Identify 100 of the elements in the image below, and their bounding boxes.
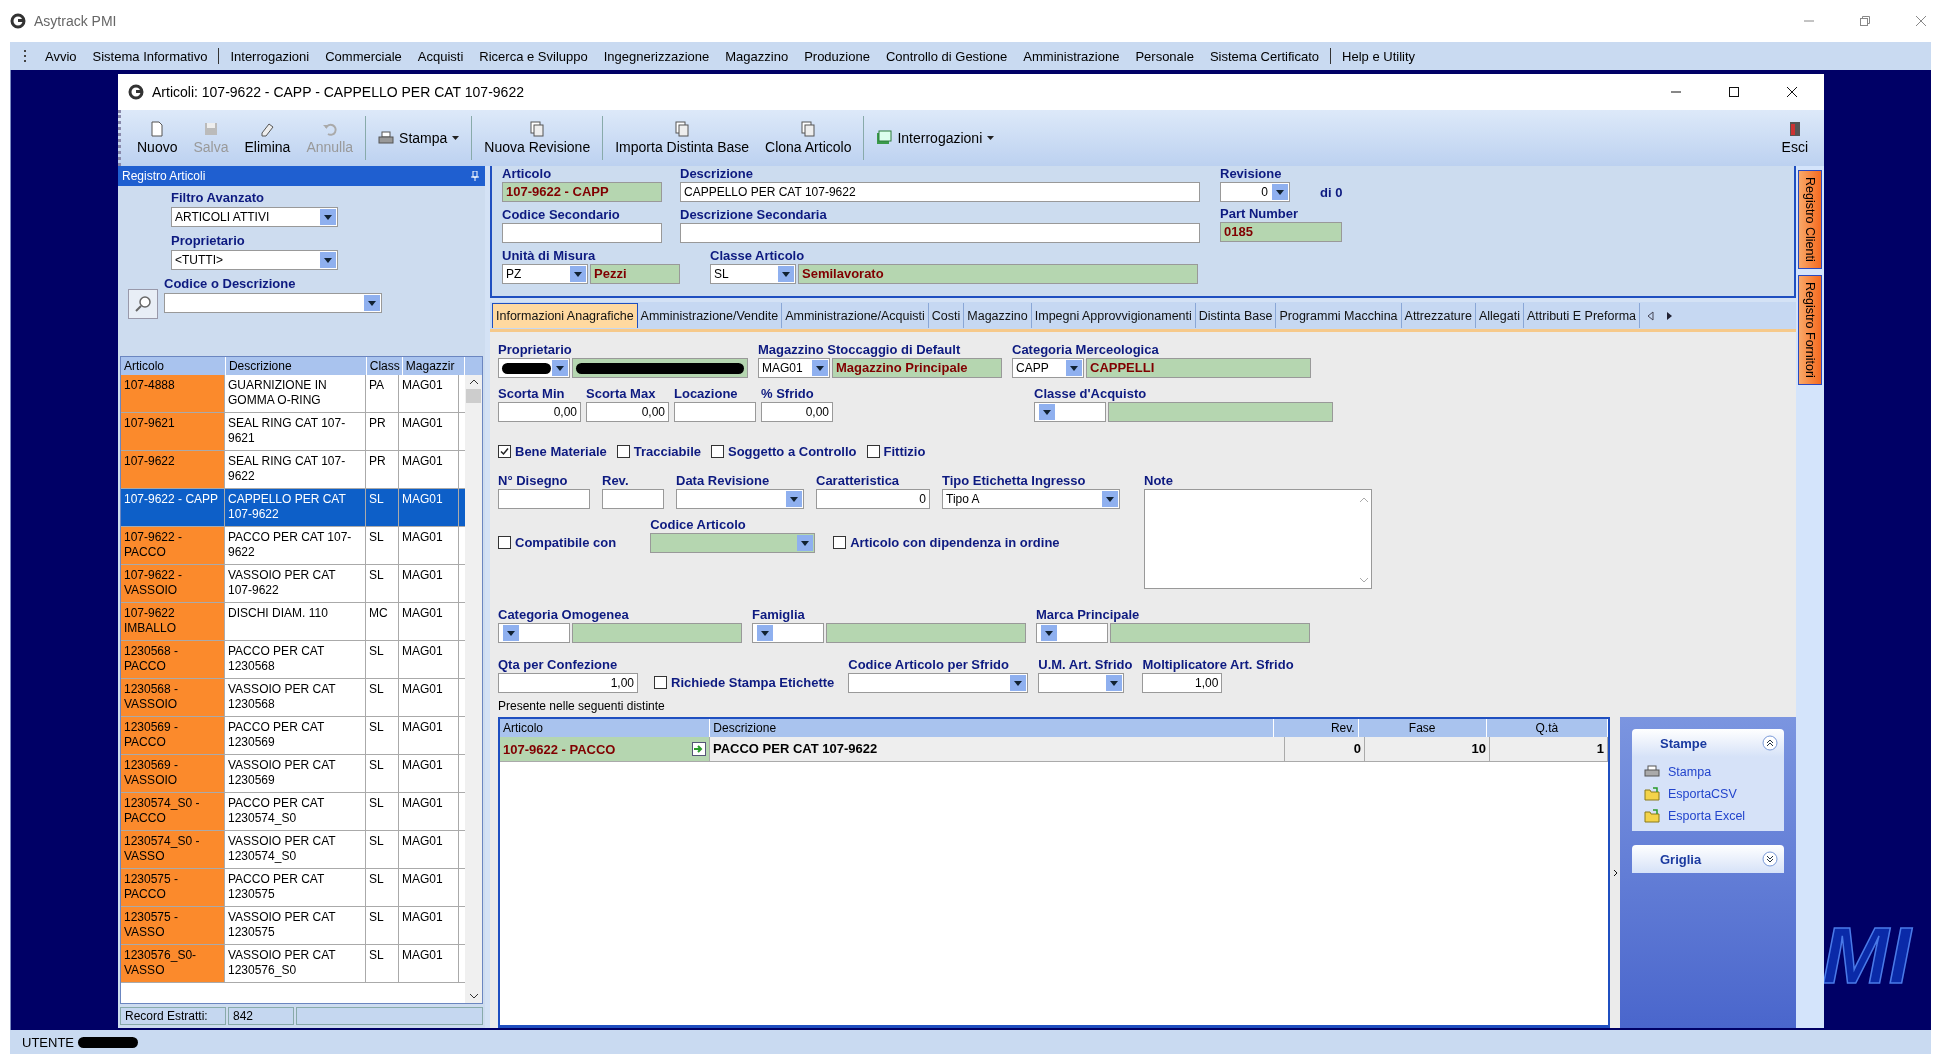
menu-item[interactable]: Personale bbox=[1127, 48, 1202, 64]
scroll-right-icon[interactable] bbox=[1666, 310, 1674, 321]
number-field[interactable]: 0,00 bbox=[586, 402, 669, 422]
lookup-field[interactable]: Semilavorato bbox=[798, 264, 1198, 284]
list-row[interactable]: 1230574_S0 - VASSO VASSOIO PER CAT 1230574_S0 SL MAG01 bbox=[121, 831, 465, 869]
dropdown[interactable] bbox=[498, 358, 570, 378]
toolbar-button[interactable]: Clona Articolo bbox=[757, 110, 860, 166]
group-header[interactable]: Stampe bbox=[1632, 729, 1784, 757]
tab[interactable]: Amministrazione/Acquisti bbox=[782, 303, 929, 328]
side-tab[interactable]: Registro Fornitori bbox=[1798, 274, 1822, 385]
column-header[interactable]: Magazzir bbox=[402, 357, 465, 375]
list-row[interactable]: 107-4888 GUARNIZIONE IN GOMMA O-RING PA MAG01 bbox=[121, 375, 465, 413]
text-area[interactable] bbox=[1144, 489, 1372, 589]
menu-item[interactable]: Acquisti bbox=[409, 48, 472, 64]
text-field[interactable] bbox=[602, 489, 664, 509]
list-row[interactable]: 1230574_S0 - PACCO PACCO PER CAT 1230574_S0 SL MAG01 bbox=[121, 793, 465, 831]
tab[interactable]: Costi bbox=[928, 303, 965, 328]
checkbox[interactable] bbox=[711, 445, 724, 458]
scrollbar[interactable] bbox=[465, 375, 482, 1003]
dropdown[interactable]: CAPP bbox=[1012, 358, 1084, 378]
list-row[interactable]: 107-9621 SEAL RING CAT 107-9621 PR MAG01 bbox=[121, 413, 465, 451]
toolbar-button[interactable]: Importa Distinta Base bbox=[607, 110, 758, 166]
code-field[interactable]: 107-9622 - CAPP bbox=[502, 182, 662, 202]
number-field[interactable]: 1,00 bbox=[1142, 673, 1223, 693]
menu-item[interactable]: Ingegnerizzazione bbox=[595, 48, 718, 64]
pin-icon[interactable] bbox=[471, 171, 479, 181]
list-row[interactable]: 1230575 - PACCO PACCO PER CAT 1230575 SL MAG01 bbox=[121, 869, 465, 907]
lookup-field[interactable]: Magazzino Principale bbox=[832, 358, 1002, 378]
checkbox[interactable] bbox=[833, 536, 847, 549]
toolbar-button[interactable]: Elimina bbox=[236, 110, 299, 166]
task-link[interactable]: EsportaCSV bbox=[1668, 787, 1737, 801]
checkbox[interactable] bbox=[654, 676, 667, 689]
dropdown[interactable]: ARTICOLI ATTIVI bbox=[171, 207, 338, 227]
lookup-field[interactable]: Pezzi bbox=[590, 264, 680, 284]
dropdown[interactable]: 0 bbox=[1220, 182, 1290, 202]
maximize-icon[interactable] bbox=[1728, 86, 1740, 98]
code-field[interactable]: 0185 bbox=[1220, 222, 1342, 242]
menu-item[interactable]: Help e Utility bbox=[1334, 48, 1423, 64]
text-field[interactable] bbox=[680, 223, 1200, 243]
tab[interactable]: Informazioni Anagrafiche bbox=[492, 303, 638, 328]
chevron-icon[interactable] bbox=[1762, 851, 1778, 867]
menu-item[interactable]: Controllo di Gestione bbox=[877, 48, 1016, 64]
menu-item[interactable]: Commerciale bbox=[317, 48, 410, 64]
list-row[interactable]: 107-9622 - VASSOIO VASSOIO PER CAT 107-9622 SL MAG01 bbox=[121, 565, 465, 603]
list-row[interactable]: 107-9622 - PACCO PACCO PER CAT 107-9622 SL MAG01 bbox=[121, 527, 465, 565]
scroll-up-icon[interactable] bbox=[468, 379, 479, 385]
checkbox[interactable] bbox=[498, 445, 511, 458]
side-tab[interactable]: Registro Clienti bbox=[1798, 170, 1822, 269]
toolbar-button[interactable]: Nuova Revisione bbox=[476, 110, 599, 166]
checkbox[interactable] bbox=[616, 445, 630, 458]
toolbar-button[interactable]: Nuovo bbox=[129, 110, 186, 166]
lookup-field[interactable] bbox=[572, 358, 748, 378]
number-field[interactable]: 1,00 bbox=[498, 673, 638, 693]
text-field[interactable] bbox=[498, 489, 590, 509]
scrollbar-thumb[interactable] bbox=[466, 389, 481, 403]
chevron-icon[interactable] bbox=[1762, 735, 1778, 751]
text-field[interactable]: CAPPELLO PER CAT 107-9622 bbox=[680, 182, 1200, 202]
scroll-down-icon[interactable] bbox=[468, 993, 479, 999]
list-row[interactable]: 107-9622 IMBALLO DISCHI DIAM. 110 MC MAG01 bbox=[121, 603, 465, 641]
list-row[interactable]: 1230576_S0- VASSO VASSOIO PER CAT 1230576_S0 SL MAG01 bbox=[121, 945, 465, 983]
dropdown[interactable]: Tipo A bbox=[942, 489, 1120, 509]
lookup-field[interactable] bbox=[572, 623, 742, 643]
tab[interactable]: Attributi E Preforma bbox=[1523, 303, 1640, 328]
tab[interactable]: Amministrazione/Vendite bbox=[637, 303, 783, 328]
list-row[interactable]: 1230569 - PACCO PACCO PER CAT 1230569 SL MAG01 bbox=[121, 717, 465, 755]
dropdown[interactable]: MAG01 bbox=[758, 358, 830, 378]
dropdown-button[interactable]: Stampa bbox=[370, 130, 468, 146]
number-field[interactable]: 0,00 bbox=[498, 402, 581, 422]
lookup-field[interactable] bbox=[826, 623, 1026, 643]
menu-item[interactable]: Ricerca e Sviluppo bbox=[471, 48, 596, 64]
menu-item[interactable]: Produzione bbox=[796, 48, 878, 64]
dropdown[interactable]: <TUTTI> bbox=[171, 250, 338, 270]
group-header[interactable]: Griglia bbox=[1632, 845, 1784, 873]
lookup-field[interactable] bbox=[1110, 623, 1310, 643]
text-field[interactable]: 0 bbox=[816, 489, 930, 509]
list-row[interactable]: 1230575 - VASSO VASSOIO PER CAT 1230575 SL MAG01 bbox=[121, 907, 465, 945]
tab[interactable]: Programmi Macchina bbox=[1276, 303, 1402, 328]
restore-icon[interactable] bbox=[1859, 15, 1871, 27]
number-field[interactable]: 0,00 bbox=[761, 402, 833, 422]
task-link[interactable]: Esporta Excel bbox=[1668, 809, 1746, 823]
tab[interactable]: Distinta Base bbox=[1195, 303, 1277, 328]
dropdown[interactable]: PZ bbox=[502, 264, 588, 284]
text-field[interactable] bbox=[502, 223, 662, 243]
close-icon[interactable] bbox=[1786, 86, 1798, 98]
search-button[interactable] bbox=[128, 289, 158, 319]
dropdown[interactable]: SL bbox=[710, 264, 796, 284]
menu-item[interactable]: Sistema Certificato bbox=[1201, 48, 1328, 64]
tab[interactable]: Attrezzature bbox=[1401, 303, 1476, 328]
dropdown-button[interactable]: Interrogazioni bbox=[868, 130, 1003, 146]
menu-item[interactable]: Avvio bbox=[37, 48, 85, 64]
checkbox[interactable] bbox=[866, 445, 880, 458]
list-row[interactable]: 1230568 - VASSOIO VASSOIO PER CAT 1230568 SL MAG01 bbox=[121, 679, 465, 717]
lookup-field[interactable]: CAPPELLI bbox=[1086, 358, 1311, 378]
tab[interactable]: Impegni Approvvigionamenti bbox=[1031, 303, 1196, 328]
list-row[interactable]: 107-9622 SEAL RING CAT 107-9622 PR MAG01 bbox=[121, 451, 465, 489]
number-field[interactable] bbox=[674, 402, 756, 422]
open-icon[interactable] bbox=[692, 742, 706, 756]
column-header[interactable]: Class bbox=[366, 357, 403, 375]
chevron-right-icon[interactable] bbox=[1612, 868, 1618, 877]
toolbar-button[interactable]: Esci bbox=[1773, 110, 1816, 166]
